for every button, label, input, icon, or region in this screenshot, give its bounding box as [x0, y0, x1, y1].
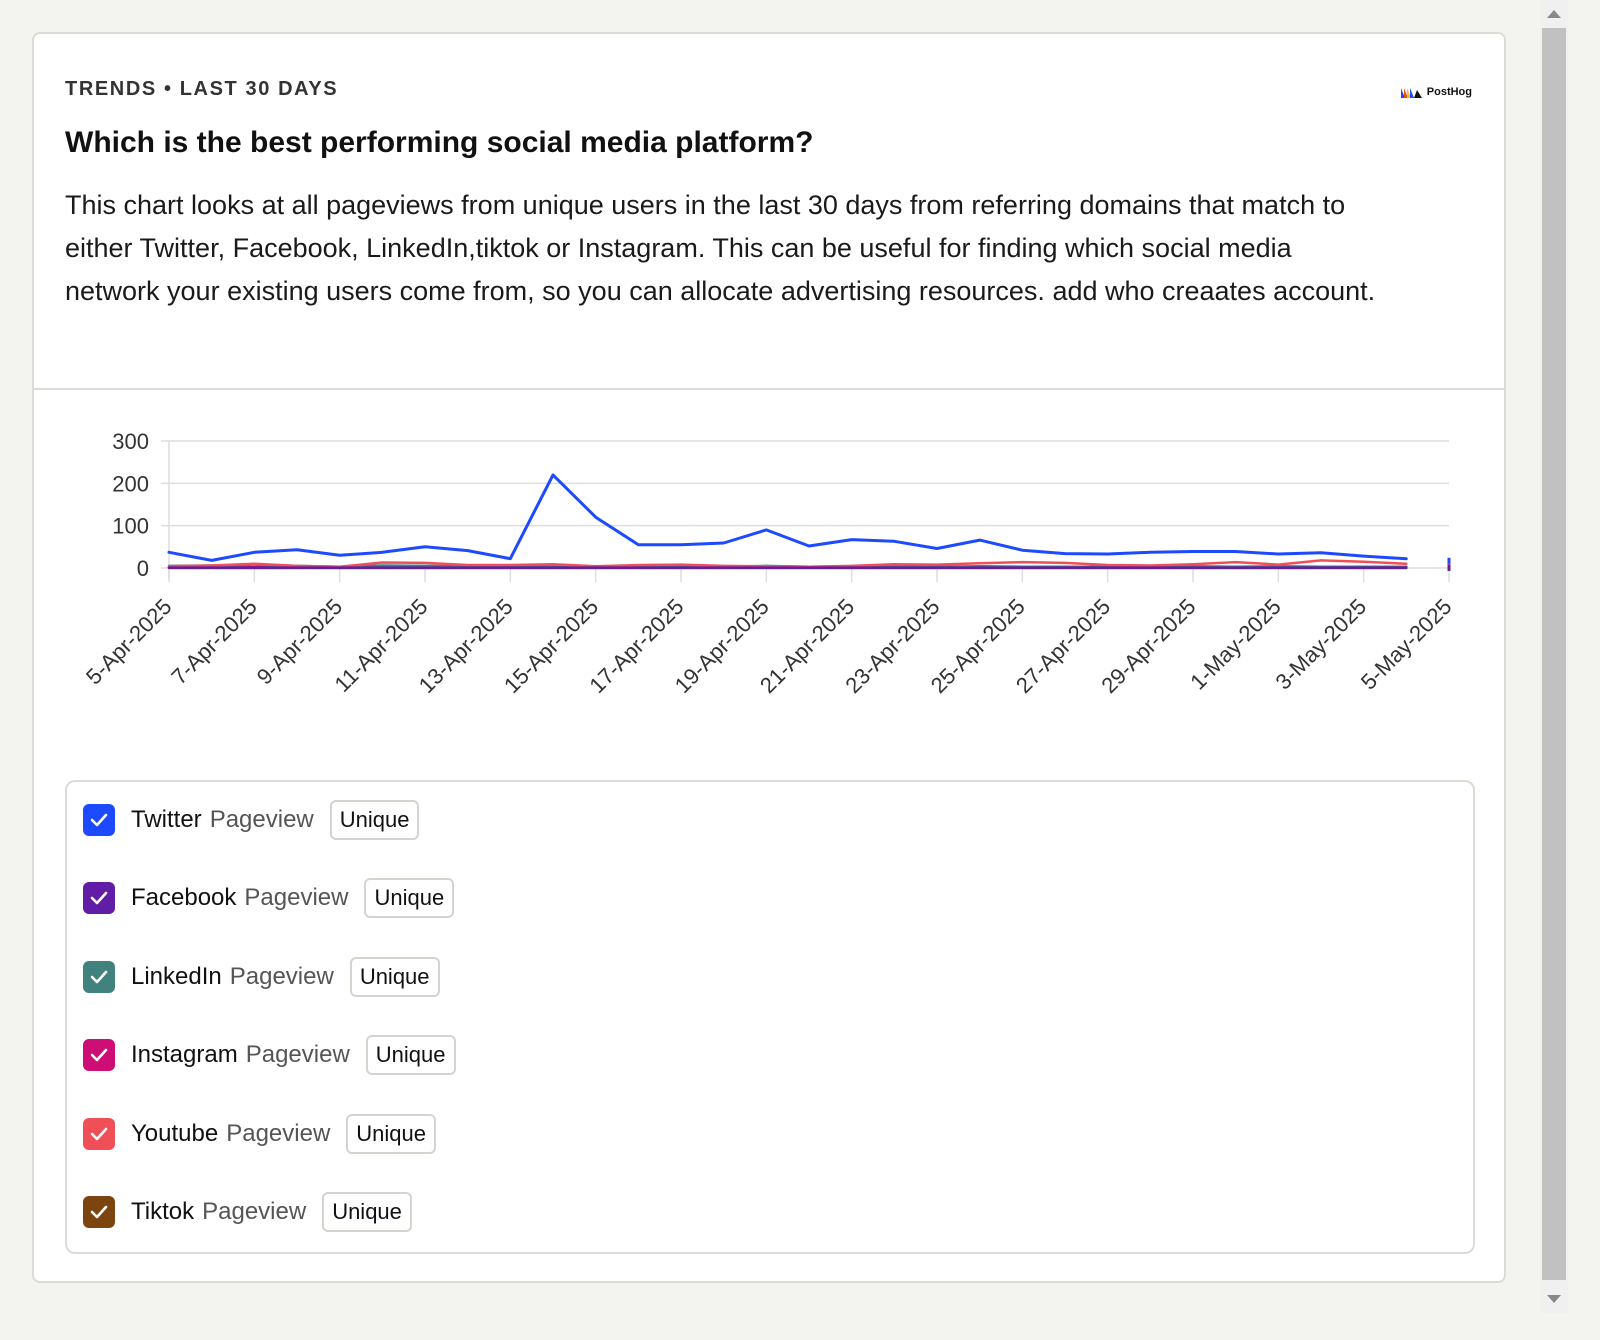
scrollbar-thumb[interactable] — [1542, 28, 1566, 1280]
series-checkbox[interactable] — [83, 1039, 115, 1072]
checkmark-icon — [90, 970, 108, 984]
series-name: LinkedIn — [131, 962, 222, 990]
series-line-twitter — [167, 473, 1408, 562]
trend-line-chart: 01002003005-Apr-20257-Apr-20259-Apr-2025… — [81, 429, 1457, 698]
y-tick-label: 0 — [137, 556, 149, 581]
legend-item-instagram[interactable]: Instagram Pageview Unique — [83, 1035, 456, 1076]
math-type-tag: Unique — [365, 1035, 456, 1076]
y-tick-label: 300 — [112, 429, 149, 454]
checkmark-icon — [90, 892, 108, 905]
math-type-tag: Unique — [322, 1192, 412, 1232]
posthog-logo-icon — [1400, 88, 1422, 98]
math-type-tag: Unique — [364, 878, 455, 919]
insight-description: This chart looks at all pageviews from u… — [65, 190, 1376, 306]
x-tick-label: 5-Apr-2025 — [81, 594, 177, 690]
checkmark-icon — [90, 1205, 108, 1219]
insight-card: TRENDS • LAST 30 DAYS PostHog Which is t… — [32, 32, 1506, 1283]
y-tick-label: 200 — [112, 471, 149, 496]
x-tick-label: 5-May-2025 — [1356, 594, 1457, 695]
y-tick-label: 100 — [112, 514, 149, 539]
checkmark-icon — [90, 1048, 108, 1062]
x-tick-label: 7-Apr-2025 — [166, 594, 262, 690]
checkmark-icon — [90, 1127, 108, 1140]
series-name: Instagram — [131, 1041, 238, 1069]
series-name: Facebook — [131, 884, 237, 912]
x-tick-label: 1-May-2025 — [1185, 594, 1286, 695]
series-event-name: Pageview — [245, 1041, 350, 1069]
x-tick-label: 3-May-2025 — [1271, 594, 1372, 695]
series-checkbox[interactable] — [83, 804, 115, 836]
legend-item-youtube[interactable]: Youtube Pageview Unique — [83, 1113, 436, 1154]
scroll-down-arrow-icon[interactable] — [1547, 1295, 1561, 1303]
series-checkbox[interactable] — [83, 1117, 115, 1150]
math-type-tag: Unique — [349, 956, 440, 997]
series-checkbox[interactable] — [83, 1196, 115, 1228]
vertical-scrollbar[interactable] — [1540, 0, 1568, 1313]
series-legend: Twitter Pageview Unique Facebook Pageview Uni… — [65, 780, 1475, 1254]
series-event-name: Pageview — [229, 962, 334, 990]
legend-item-twitter[interactable]: Twitter Pageview Unique — [83, 800, 420, 840]
insight-type-label: TRENDS • LAST 30 DAYS — [65, 78, 339, 100]
legend-item-tiktok[interactable]: Tiktok Pageview Unique — [83, 1192, 412, 1232]
series-name: Twitter — [131, 806, 202, 833]
series-event-name: Pageview — [226, 1119, 331, 1147]
logo-text: PostHog — [1426, 86, 1472, 98]
series-name: Youtube — [131, 1119, 219, 1147]
math-type-tag: Unique — [346, 1113, 436, 1154]
series-event-name: Pageview — [209, 806, 314, 833]
card-header: TRENDS • LAST 30 DAYS PostHog Which is t… — [34, 34, 1504, 390]
math-type-tag: Unique — [329, 800, 420, 840]
scroll-up-arrow-icon[interactable] — [1547, 10, 1561, 18]
posthog-logo[interactable]: PostHog — [1400, 86, 1472, 98]
series-checkbox[interactable] — [83, 882, 115, 915]
series-event-name: Pageview — [202, 1198, 307, 1225]
insight-title: Which is the best performing social medi… — [65, 126, 814, 159]
legend-item-linkedin[interactable]: LinkedIn Pageview Unique — [83, 956, 440, 997]
series-checkbox[interactable] — [83, 960, 115, 993]
legend-item-facebook[interactable]: Facebook Pageview Unique — [83, 878, 455, 919]
series-event-name: Pageview — [244, 884, 349, 912]
series-name: Tiktok — [131, 1198, 195, 1225]
checkmark-icon — [90, 813, 108, 827]
